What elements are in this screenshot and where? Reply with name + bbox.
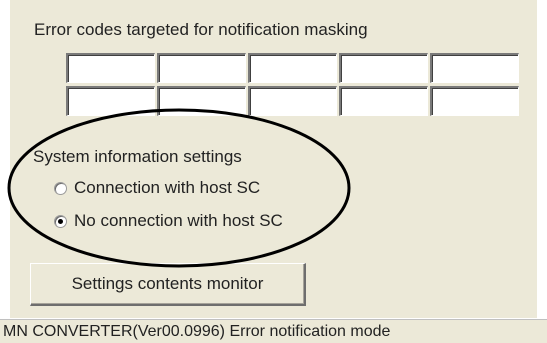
error-code-field-1-1[interactable] [66, 53, 155, 83]
status-bar: MN CONVERTER(Ver00.0996) Error notificat… [0, 319, 547, 343]
settings-contents-monitor-button[interactable]: Settings contents monitor [30, 263, 306, 306]
error-code-field-1-3[interactable] [248, 53, 337, 83]
error-code-field-2-3[interactable] [248, 86, 337, 116]
error-code-field-1-4[interactable] [339, 53, 428, 83]
radio-label: Connection with host SC [74, 178, 261, 197]
error-code-field-2-2[interactable] [157, 86, 246, 116]
radio-unchecked-icon[interactable] [54, 181, 67, 195]
error-code-field-2-5[interactable] [430, 86, 519, 116]
radio-connection-with-host[interactable]: Connection with host SC [54, 178, 260, 198]
error-code-grid [66, 53, 519, 116]
radio-no-connection-with-host[interactable]: No connection with host SC [54, 211, 283, 231]
error-code-field-2-1[interactable] [66, 86, 155, 116]
error-code-field-2-4[interactable] [339, 86, 428, 116]
error-code-field-1-5[interactable] [430, 53, 519, 83]
radio-label: No connection with host SC [74, 211, 283, 230]
error-code-field-1-2[interactable] [157, 53, 246, 83]
radio-checked-icon[interactable] [54, 214, 67, 228]
mask-section-title: Error codes targeted for notification ma… [34, 20, 368, 39]
settings-panel: Error codes targeted for notification ma… [10, 0, 537, 318]
status-text: MN CONVERTER(Ver00.0996) Error notificat… [3, 323, 391, 340]
system-info-label: System information settings [33, 147, 242, 166]
